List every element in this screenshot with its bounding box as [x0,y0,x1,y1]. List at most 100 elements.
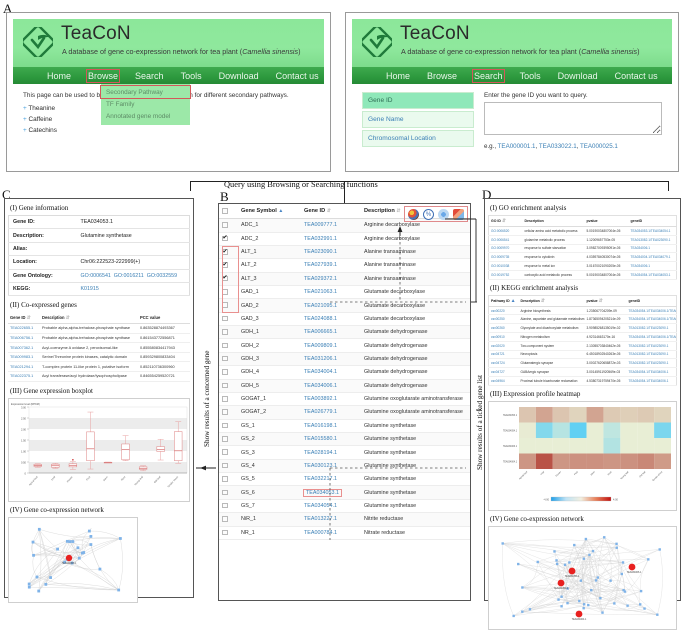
row-checkbox-cell[interactable] [219,512,238,527]
table-row[interactable]: ALT_1TEA023090.1Alanine transaminase [219,245,470,260]
go-col-id[interactable]: GO ID ⇵ [488,215,523,227]
row-checkbox-cell[interactable] [219,258,238,273]
row-checkbox[interactable] [222,436,228,442]
cell-gene-id[interactable]: TEA027939.1 [301,258,361,273]
table-row[interactable]: GS_2 TEA015580.1 Glutamine synthetase [219,432,470,447]
nav-item-tools[interactable]: Tools [520,71,541,81]
ontology-link[interactable]: GO:0016211 [114,273,144,279]
cell-gene-id[interactable]: TEA026779.1 [301,405,361,420]
table-row[interactable]: GS_7 TEA034054.1 Glutamine synthetase [219,499,470,514]
ontology-link[interactable]: GO:0006541 [81,273,111,279]
site-navbar-browse[interactable]: Home Browse Search Tools Download Contac… [13,67,324,84]
menu-item-tf-family[interactable]: TF Family [101,98,190,110]
row-checkbox-cell[interactable] [219,232,238,246]
cell-gene-id[interactable]: TEA023090.1 [301,245,361,260]
row-checkbox[interactable] [222,315,228,322]
table-row[interactable]: GS_1 TEA016198.1 Glutamine synthetase [219,419,470,433]
row-checkbox-cell[interactable] [219,379,238,393]
row-checkbox-cell[interactable] [219,298,238,313]
kegg-genes[interactable]: TEA013082.1/TEA023090.1 [626,323,677,334]
go-genes[interactable]: TEA013082.1/TEA023090.1 [628,235,677,245]
cell-gene-id[interactable]: TEA030123.1 [301,459,361,474]
coexp-gene-id[interactable]: TEA022375.1 [8,371,40,382]
table-row[interactable]: GDH_3 TEA031206.1 Glutamate dehydrogenase [219,352,470,367]
table-row[interactable]: GAD_1 TEA021063.1 Glutamate decarboxylase [219,285,470,300]
table-row[interactable]: GOGAT_2 TEA026779.1 Glutamine oxoglutarate… [219,405,470,420]
kegg-id[interactable]: csv04724 [488,358,519,369]
example-gene-3[interactable]: TEA000025.1 [580,143,618,150]
table-row[interactable]: GAD_3 TEA024088.1 Glutamate decarboxylase [219,312,470,327]
table-row[interactable]: NiR_1 TEA013227.1 Nitrite reductase [219,512,470,527]
nav-item-contact[interactable]: Contact us [276,71,319,81]
cell-gene-id[interactable]: TEA009809.1 [301,338,361,353]
coexp-gene-id[interactable]: TEA009983.1 [8,352,40,363]
row-checkbox-cell[interactable] [219,285,238,300]
row-checkbox[interactable] [222,462,228,469]
go-genes[interactable]: TEA034004.1/TEA034079.1 [628,252,677,263]
kegg-col-geneid[interactable]: geneID [626,295,677,307]
kegg-genes[interactable]: TEA013082.1/TEA023090.1 [626,350,677,360]
row-checkbox-cell[interactable] [219,419,238,433]
row-checkbox[interactable] [222,396,228,402]
row-checkbox[interactable] [222,502,228,509]
kegg-id[interactable]: csv04721 [488,350,519,360]
row-checkbox-cell[interactable] [219,392,238,407]
table-row[interactable]: NR_1 TEA000784.1 Nitrate reductase [219,526,470,540]
menu-item-annotated-gene-model[interactable]: Annotated gene model [101,110,190,122]
go-id[interactable]: GO:0009970 [488,244,523,254]
ontology-link[interactable]: GO:0032559 [147,273,177,279]
go-genes[interactable]: TEA034006.1 [628,261,677,271]
cell-gene-id[interactable]: TEA028194.1 [301,445,361,460]
search-tab-chromosomal-location[interactable]: Chromosomal Location [362,130,474,147]
go-genes[interactable]: TEA034054.1/TEA034053.1 [628,270,677,280]
kegg-id[interactable]: csv00260 [488,323,519,334]
row-checkbox[interactable] [222,234,228,242]
select-all-checkbox[interactable] [222,208,228,214]
nav-item-home[interactable]: Home [386,71,410,81]
cell-gene-id[interactable]: TEA034053.1 [301,485,361,500]
menu-item-secondary-pathway[interactable]: Secondary Pathway [100,85,191,99]
row-checkbox[interactable] [222,449,228,455]
search-tab-gene-name[interactable]: Gene Name [362,111,474,128]
cell-gene-id[interactable]: TEA000784.1 [301,526,361,540]
row-checkbox[interactable] [222,369,228,375]
select-all-header[interactable] [219,204,238,220]
col-gene-id[interactable]: Gene ID ⇵ [301,204,361,220]
row-checkbox[interactable] [222,409,228,415]
table-row[interactable]: GOGAT_1 TEA003892.1 Glutamine oxoglutarate… [219,392,470,407]
example-gene-2[interactable]: TEA033022.1 [539,143,577,150]
go-id[interactable]: GO:0010038 [488,261,523,271]
coexp-col-pcc[interactable]: PCC value [138,312,190,325]
table-row[interactable]: ADC_2TEA032991.1Arginine decarboxylase [219,232,470,246]
kegg-id[interactable]: csv00220 [488,306,519,316]
go-id[interactable]: GO:0006520 [488,226,523,236]
row-checkbox-cell[interactable] [219,459,238,474]
kegg-genes[interactable]: TEA013082.1/TEA023090.1 [626,358,677,369]
go-genes[interactable]: TEA034006.1 [628,244,677,254]
row-checkbox-cell[interactable] [219,245,238,260]
cell-gene-id[interactable]: TEA034004.1 [301,365,361,380]
kegg-col-description[interactable]: Description ⇵ [518,295,585,307]
table-row[interactable]: GDH_5 TEA034006.1 Glutamate dehydrogenase [219,379,470,393]
row-checkbox[interactable] [222,222,228,228]
browse-dropdown-menu[interactable]: Secondary Pathway TF Family Annotated ge… [100,84,191,125]
gene-id-textarea[interactable] [484,102,662,135]
table-row[interactable]: GS_3 TEA028194.1 Glutamine synthetase [219,445,470,460]
cell-gene-id[interactable]: TEA029372.1 [301,272,361,287]
row-checkbox[interactable] [222,342,228,349]
row-checkbox-cell[interactable] [219,218,238,233]
row-checkbox-cell[interactable] [219,526,238,540]
kegg-genes[interactable]: TEA034054.1/TEA034006.1 [626,376,677,386]
palette-icon[interactable] [408,208,419,220]
nav-item-search[interactable]: Search [472,68,505,83]
row-checkbox[interactable] [222,302,228,308]
row-checkbox-cell[interactable] [219,445,238,460]
cell-gene-id[interactable]: TEA009777.1 [301,218,361,233]
go-genes[interactable]: TEA034053.1/TEA034054.1 [628,226,677,236]
nav-item-tools[interactable]: Tools [181,71,202,81]
cell-gene-id[interactable]: TEA016198.1 [301,419,361,433]
row-checkbox[interactable] [222,529,228,536]
cell-gene-id[interactable]: TEA013227.1 [301,512,361,527]
ontology-link[interactable]: K01915 [81,286,99,292]
kegg-id[interactable]: csv02020 [488,341,519,351]
